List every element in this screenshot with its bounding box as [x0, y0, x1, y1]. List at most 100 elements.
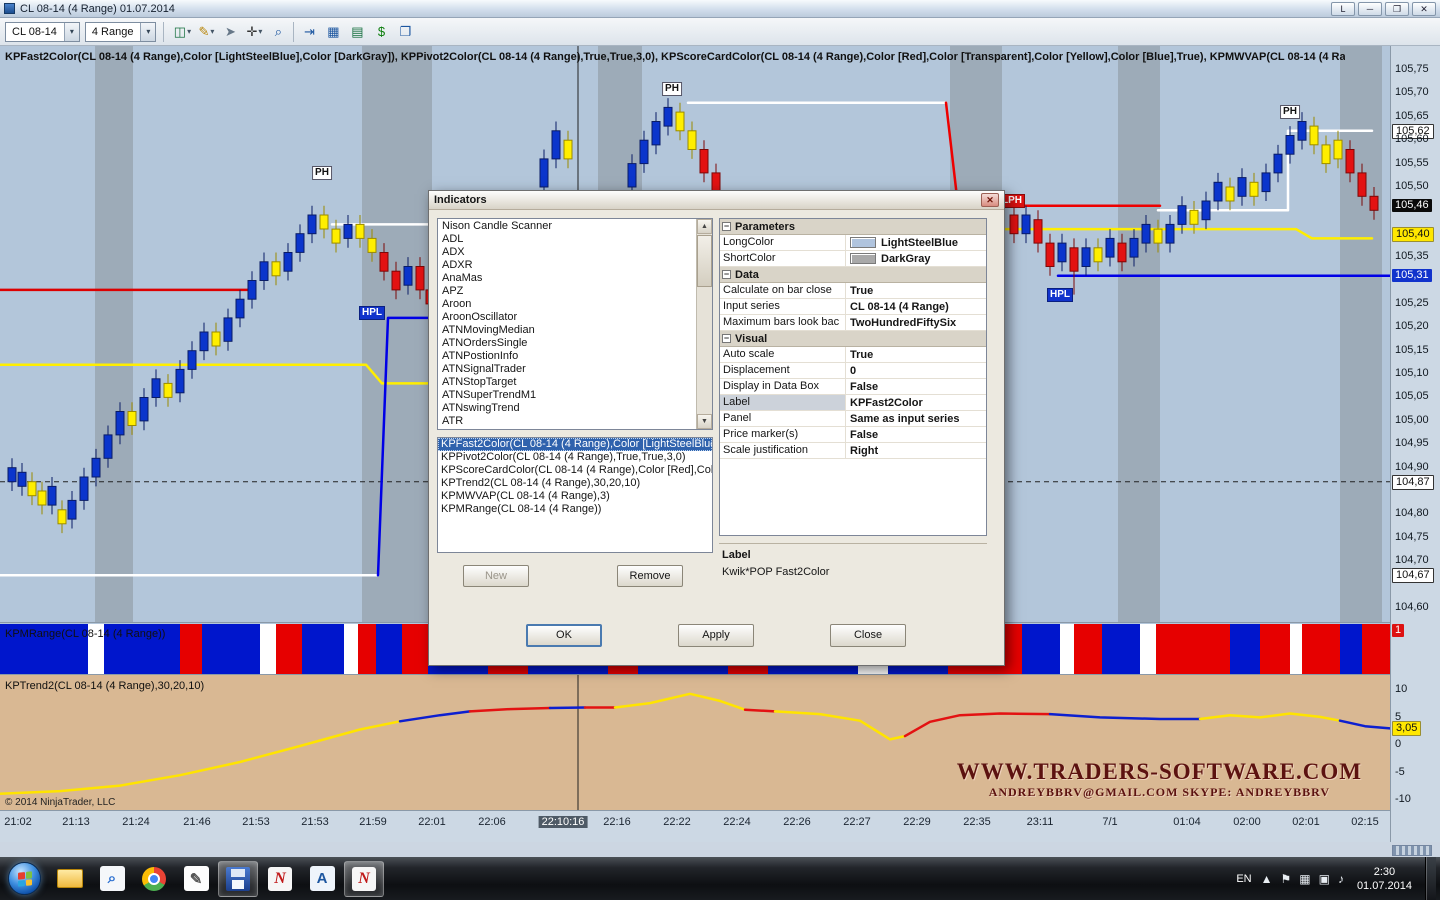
language-indicator[interactable]: EN [1236, 873, 1251, 885]
property-value[interactable]: Right [846, 443, 986, 458]
chrome-button[interactable] [134, 861, 174, 897]
property-value[interactable]: TwoHundredFiftySix [846, 315, 986, 330]
selected-indicator-item[interactable]: KPTrend2(CL 08-14 (4 Range),30,20,10) [438, 477, 712, 490]
property-row[interactable]: Maximum bars look bacTwoHundredFiftySix [720, 315, 986, 331]
show-desktop-button[interactable] [1425, 857, 1436, 900]
save-button[interactable] [218, 861, 258, 897]
new-window-button[interactable]: ❐ [394, 21, 416, 43]
property-row[interactable]: PanelSame as input series [720, 411, 986, 427]
indicator-list-item[interactable]: AroonOscillator [439, 311, 695, 324]
property-grid[interactable]: −ParametersLongColorLightSteelBlueShortC… [719, 218, 987, 536]
property-value[interactable]: 0 [846, 363, 986, 378]
property-group-header[interactable]: −Parameters [720, 219, 986, 235]
available-indicators-list[interactable]: Nison Candle ScannerADLADXADXRAnaMasAPZA… [437, 218, 713, 430]
indicator-list-item[interactable]: Nison Candle Scanner [439, 220, 695, 233]
link-button[interactable]: L [1331, 2, 1355, 16]
maximize-button[interactable]: ❐ [1385, 2, 1409, 16]
indicator-list-item[interactable]: ATNOrdersSingle [439, 337, 695, 350]
property-value[interactable]: True [846, 283, 986, 298]
kptrend-panel[interactable]: KPTrend2(CL 08-14 (4 Range),30,20,10) WW… [0, 674, 1390, 810]
property-row[interactable]: Scale justificationRight [720, 443, 986, 459]
dollar-button[interactable]: $ [370, 21, 392, 43]
property-group-header[interactable]: −Visual [720, 331, 986, 347]
new-button[interactable]: New [463, 565, 529, 587]
indicator-list-item[interactable]: ATNswingTrend [439, 402, 695, 415]
export-button[interactable]: ▤ [346, 21, 368, 43]
apply-button[interactable]: Apply [678, 624, 754, 647]
explorer-button[interactable] [50, 861, 90, 897]
taskbar-clock[interactable]: 2:30 01.07.2014 [1353, 865, 1416, 893]
selected-indicator-item[interactable]: KPMWVAP(CL 08-14 (4 Range),3) [438, 490, 712, 503]
property-value[interactable]: DarkGray [846, 251, 986, 266]
indicator-list-item[interactable]: ATNSuperTrendM1 [439, 389, 695, 402]
tray-network-icon[interactable]: ▦ [1299, 872, 1310, 886]
scroll-down-icon[interactable]: ▼ [697, 414, 712, 429]
selected-indicator-item[interactable]: KPFast2Color(CL 08-14 (4 Range),Color [L… [438, 438, 712, 451]
bars-shift-button[interactable]: ⇥ [298, 21, 320, 43]
minimize-button[interactable]: ─ [1358, 2, 1382, 16]
grid-button[interactable]: ▦ [322, 21, 344, 43]
property-row[interactable]: LabelKPFast2Color [720, 395, 986, 411]
selected-indicators-list[interactable]: KPFast2Color(CL 08-14 (4 Range),Color [L… [437, 437, 713, 553]
tray-up-icon[interactable]: ▲ [1261, 872, 1273, 886]
indicator-list-item[interactable]: APZ [439, 285, 695, 298]
tray-flag-icon[interactable]: ⚑ [1280, 872, 1291, 886]
property-group-header[interactable]: −Data [720, 267, 986, 283]
property-row[interactable]: LongColorLightSteelBlue [720, 235, 986, 251]
property-row[interactable]: Calculate on bar closeTrue [720, 283, 986, 299]
indicator-list-item[interactable]: Aroon [439, 298, 695, 311]
property-row[interactable]: Displacement0 [720, 363, 986, 379]
property-row[interactable]: Auto scaleTrue [720, 347, 986, 363]
collapse-icon[interactable]: − [722, 270, 731, 279]
document-button[interactable]: A [302, 861, 342, 897]
property-value[interactable]: Same as input series [846, 411, 986, 426]
indicator-list-item[interactable]: ADX [439, 246, 695, 259]
indicator-list-item[interactable]: ATR [439, 415, 695, 428]
pointer-button[interactable]: ➤ [219, 21, 241, 43]
indicator-list-item[interactable]: ATNSignalTrader [439, 363, 695, 376]
ninjatrader-button[interactable]: N [260, 861, 300, 897]
property-row[interactable]: Display in Data BoxFalse [720, 379, 986, 395]
indicator-list-item[interactable]: AnaMas [439, 272, 695, 285]
crosshair-button[interactable]: ✛▾ [243, 21, 265, 43]
dialog-titlebar[interactable]: Indicators ✕ [429, 191, 1004, 210]
property-value[interactable]: LightSteelBlue [846, 235, 986, 250]
property-value[interactable]: False [846, 379, 986, 394]
indicator-list-item[interactable]: ATNPostionInfo [439, 350, 695, 363]
instrument-selector[interactable]: CL 08-14 ▾ [5, 22, 80, 42]
property-value[interactable]: KPFast2Color [846, 395, 986, 410]
close-button[interactable]: ✕ [1412, 2, 1436, 16]
chart-scroll-grip[interactable] [1392, 845, 1432, 856]
zoom-button[interactable]: ⌕ [267, 21, 289, 43]
property-row[interactable]: ShortColorDarkGray [720, 251, 986, 267]
indicator-list-item[interactable]: ATNStopTarget [439, 376, 695, 389]
ok-button[interactable]: OK [526, 624, 602, 647]
collapse-icon[interactable]: − [722, 222, 731, 231]
ninjatrader-2-button[interactable]: N [344, 861, 384, 897]
chart-style-button[interactable]: ◫▾ [171, 21, 193, 43]
notes-button[interactable]: ✎ [176, 861, 216, 897]
scroll-up-icon[interactable]: ▲ [697, 219, 712, 234]
selected-indicator-item[interactable]: KPScoreCardColor(CL 08-14 (4 Range),Colo… [438, 464, 712, 477]
scrollbar-thumb[interactable] [697, 235, 712, 287]
list-scrollbar[interactable]: ▲ ▼ [696, 219, 712, 429]
indicator-list-item[interactable]: ADL [439, 233, 695, 246]
dialog-close-icon[interactable]: ✕ [981, 193, 999, 207]
tray-display-icon[interactable]: ▣ [1319, 872, 1330, 886]
start-button[interactable] [8, 862, 41, 895]
selected-indicator-item[interactable]: KPPivot2Color(CL 08-14 (4 Range),True,Tr… [438, 451, 712, 464]
property-row[interactable]: Price marker(s)False [720, 427, 986, 443]
property-value[interactable]: CL 08-14 (4 Range) [846, 299, 986, 314]
property-row[interactable]: Input seriesCL 08-14 (4 Range) [720, 299, 986, 315]
property-value[interactable]: False [846, 427, 986, 442]
collapse-icon[interactable]: − [722, 334, 731, 343]
indicator-list-item[interactable]: ADXR [439, 259, 695, 272]
property-value[interactable]: True [846, 347, 986, 362]
selected-indicator-item[interactable]: KPMRange(CL 08-14 (4 Range)) [438, 503, 712, 516]
close-dialog-button[interactable]: Close [830, 624, 906, 647]
indicator-list-item[interactable]: ATNMovingMedian [439, 324, 695, 337]
price-axis[interactable]: 105,75105,70105,65105,62105,60105,55105,… [1390, 46, 1440, 842]
remove-button[interactable]: Remove [617, 565, 683, 587]
drawing-tools-button[interactable]: ✎▾ [195, 21, 217, 43]
search-button[interactable]: ⌕ [92, 861, 132, 897]
